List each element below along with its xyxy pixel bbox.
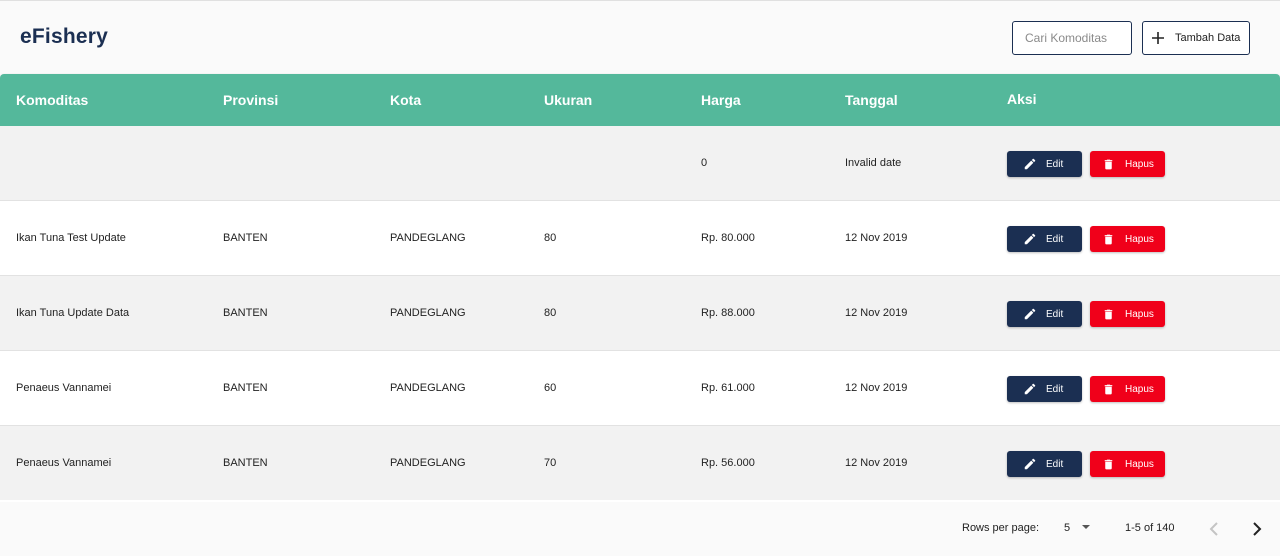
table-header: Komoditas Provinsi Kota Ukuran Harga Tan… xyxy=(0,74,1280,126)
cell-tanggal: 12 Nov 2019 xyxy=(845,232,908,244)
cell-tanggal: 12 Nov 2019 xyxy=(845,307,908,319)
table-row: Penaeus Vannamei BANTEN PANDEGLANG 70 Rp… xyxy=(0,426,1280,500)
delete-button[interactable]: Hapus xyxy=(1090,376,1165,402)
rows-per-page-select[interactable]: 5 xyxy=(1064,522,1070,534)
row-actions: Edit Hapus xyxy=(1007,151,1165,177)
table-row: Ikan Tuna Test Update BANTEN PANDEGLANG … xyxy=(0,201,1280,276)
trash-icon xyxy=(1104,459,1113,469)
row-actions: Edit Hapus xyxy=(1007,451,1165,477)
pencil-icon xyxy=(1024,158,1036,170)
edit-button[interactable]: Edit xyxy=(1007,151,1082,177)
column-header-kota: Kota xyxy=(390,92,422,108)
edit-button[interactable]: Edit xyxy=(1007,226,1082,252)
cell-kota: PANDEGLANG xyxy=(390,382,466,394)
edit-label: Edit xyxy=(1046,308,1064,320)
cell-ukuran: 80 xyxy=(544,232,557,244)
delete-button[interactable]: Hapus xyxy=(1090,151,1165,177)
edit-button[interactable]: Edit xyxy=(1007,301,1082,327)
column-header-ukuran: Ukuran xyxy=(544,92,593,108)
trash-icon xyxy=(1104,234,1113,244)
table-row: Ikan Tuna Update Data BANTEN PANDEGLANG … xyxy=(0,276,1280,351)
cell-provinsi: BANTEN xyxy=(223,307,268,319)
cell-tanggal: 12 Nov 2019 xyxy=(845,457,908,469)
delete-button[interactable]: Hapus xyxy=(1090,226,1165,252)
delete-label: Hapus xyxy=(1125,458,1154,470)
trash-icon xyxy=(1104,384,1113,394)
edit-label: Edit xyxy=(1046,458,1064,470)
delete-label: Hapus xyxy=(1125,233,1154,245)
pencil-icon xyxy=(1024,308,1036,320)
cell-komoditas: Ikan Tuna Update Data xyxy=(16,307,130,319)
column-header-tanggal: Tanggal xyxy=(845,92,898,108)
cell-ukuran: 70 xyxy=(544,457,557,469)
cell-provinsi: BANTEN xyxy=(223,382,268,394)
edit-label: Edit xyxy=(1046,233,1064,245)
cell-tanggal: 12 Nov 2019 xyxy=(845,382,908,394)
cell-harga: Rp. 56.000 xyxy=(701,457,755,469)
cell-tanggal: Invalid date xyxy=(845,157,902,169)
cell-komoditas: Ikan Tuna Test Update xyxy=(16,232,126,244)
cell-kota: PANDEGLANG xyxy=(390,307,466,319)
row-actions: Edit Hapus xyxy=(1007,226,1165,252)
edit-label: Edit xyxy=(1046,383,1064,395)
caret-down-icon[interactable] xyxy=(1081,524,1091,530)
edit-label: Edit xyxy=(1046,158,1064,170)
column-header-harga: Harga xyxy=(701,92,741,108)
column-header-komoditas: Komoditas xyxy=(16,92,89,108)
cell-harga: Rp. 61.000 xyxy=(701,382,755,394)
chevron-right-icon[interactable] xyxy=(1250,519,1264,539)
delete-label: Hapus xyxy=(1125,383,1154,395)
pencil-icon xyxy=(1024,233,1036,245)
cell-harga: 0 xyxy=(701,157,708,169)
page-range-label: 1-5 of 140 xyxy=(1125,522,1175,534)
column-header-provinsi: Provinsi xyxy=(223,92,279,108)
cell-harga: Rp. 88.000 xyxy=(701,307,755,319)
cell-kota: PANDEGLANG xyxy=(390,232,466,244)
cell-ukuran: 80 xyxy=(544,307,557,319)
row-actions: Edit Hapus xyxy=(1007,301,1165,327)
app-header: eFishery Tambah Data xyxy=(0,1,1280,74)
plus-icon xyxy=(1152,32,1164,44)
table-row: 0 Invalid date Edit Hapus xyxy=(0,126,1280,201)
edit-button[interactable]: Edit xyxy=(1007,451,1082,477)
pencil-icon xyxy=(1024,458,1036,470)
cell-komoditas: Penaeus Vannamei xyxy=(16,457,112,469)
rows-per-page-label: Rows per page: xyxy=(962,522,1040,534)
cell-komoditas: Penaeus Vannamei xyxy=(16,382,112,394)
commodity-table: Komoditas Provinsi Kota Ukuran Harga Tan… xyxy=(0,74,1280,502)
delete-label: Hapus xyxy=(1125,308,1154,320)
table-body: 0 Invalid date Edit Hapus Ikan Tuna Test… xyxy=(0,126,1280,500)
table-pagination: Rows per page: 5 1-5 of 140 xyxy=(0,502,1280,556)
table-row: Penaeus Vannamei BANTEN PANDEGLANG 60 Rp… xyxy=(0,351,1280,426)
edit-button[interactable]: Edit xyxy=(1007,376,1082,402)
column-header-aksi: Aksi xyxy=(1007,91,1037,107)
cell-provinsi: BANTEN xyxy=(223,457,268,469)
chevron-left-icon[interactable] xyxy=(1207,519,1221,539)
trash-icon xyxy=(1104,159,1113,169)
pencil-icon xyxy=(1024,383,1036,395)
delete-label: Hapus xyxy=(1125,158,1154,170)
search-input[interactable] xyxy=(1012,21,1132,55)
trash-icon xyxy=(1104,309,1113,319)
add-data-label: Tambah Data xyxy=(1175,32,1241,44)
delete-button[interactable]: Hapus xyxy=(1090,301,1165,327)
cell-ukuran: 60 xyxy=(544,382,557,394)
cell-kota: PANDEGLANG xyxy=(390,457,466,469)
cell-provinsi: BANTEN xyxy=(223,232,268,244)
cell-harga: Rp. 80.000 xyxy=(701,232,755,244)
brand-logo[interactable]: eFishery xyxy=(20,25,108,49)
add-data-button[interactable]: Tambah Data xyxy=(1142,21,1250,55)
delete-button[interactable]: Hapus xyxy=(1090,451,1165,477)
row-actions: Edit Hapus xyxy=(1007,376,1165,402)
